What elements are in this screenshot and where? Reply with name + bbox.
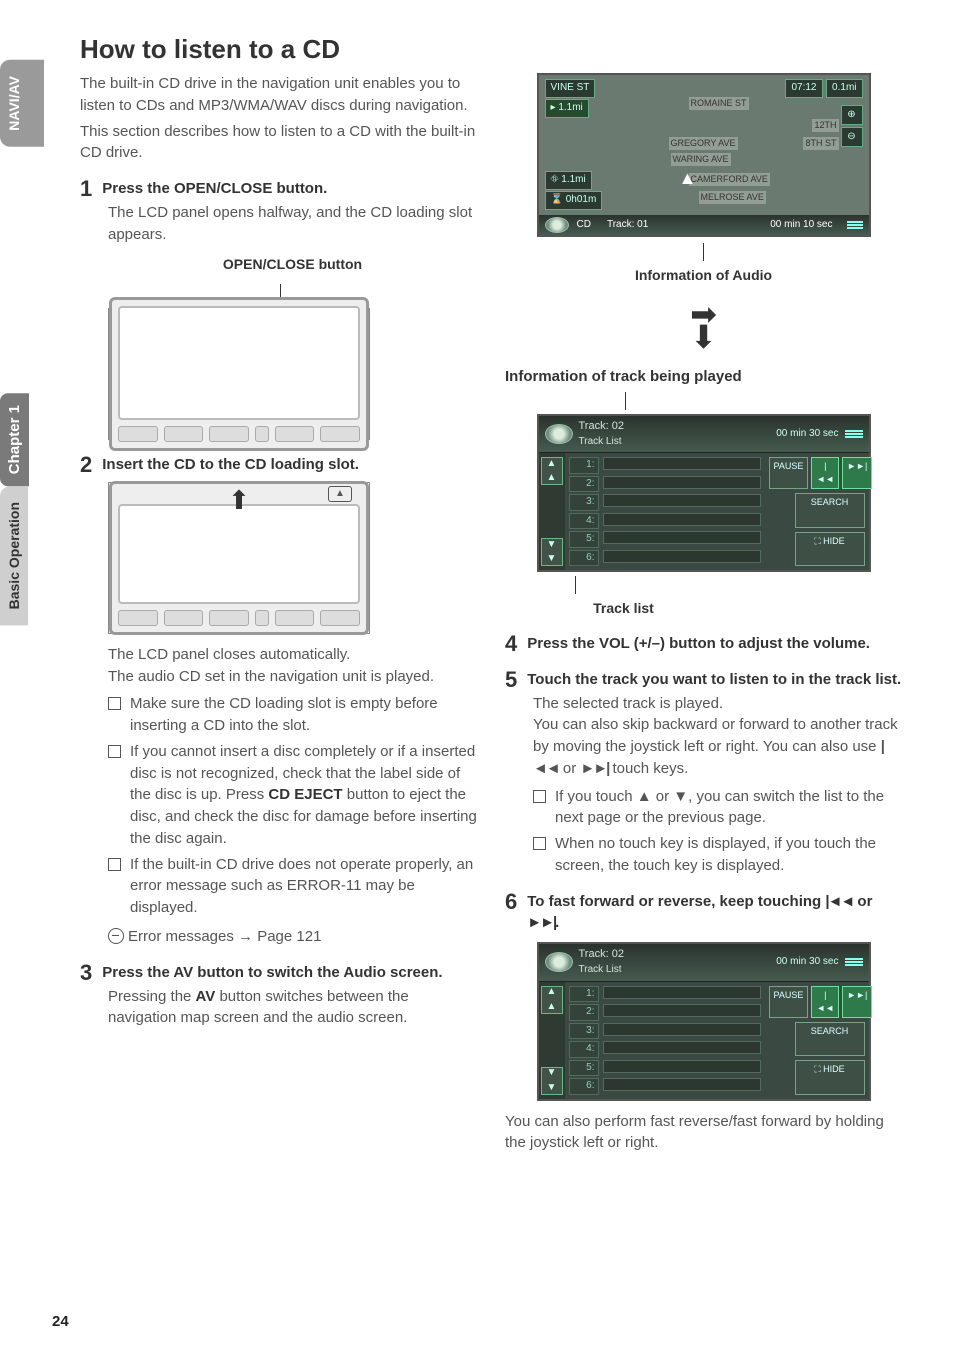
step-2-notes: Make sure the CD loading slot is empty b… [108,693,477,919]
tab-section: Basic Operation [0,486,28,625]
prev-track-button[interactable]: |◄◄ [811,986,839,1018]
step-5: 5 Touch the track you want to listen to … [505,669,902,691]
step-6: 6 To fast forward or reverse, keep touch… [505,891,902,935]
flow-arrow-down-icon: ⬇ [505,314,902,360]
page-up-button[interactable]: ▲▲ [541,457,563,485]
search-button[interactable]: SEARCH [795,493,865,527]
zoom-in-icon[interactable]: ⊕ [841,105,863,125]
step-5-b2: You can also skip backward or forward to… [533,714,902,779]
step-3: 3 Press the AV button to switch the Audi… [80,962,477,984]
nav-footer: CD Track: 01 00 min 10 sec [539,215,869,235]
track-list-screenshot-2: Track: 02Track List 00 min 30 sec ▲▲ ▼▼ … [537,942,871,1100]
page-up-button[interactable]: ▲▲ [541,986,563,1014]
step-1: 1 Press the OPEN/CLOSE button. [80,178,477,200]
nav-map-screenshot: VINE ST ▸ 1.1mi 07:12 0.1mi ⊕ ⊖ ROMAINE … [537,73,871,237]
note-page: If you touch ▲ or ▼, you can switch the … [533,786,902,830]
down-icon: ▼ [673,788,688,805]
side-tabs: NAVI/AV Chapter 1 Basic Operation [0,60,44,631]
pause-button[interactable]: PAUSE [769,986,809,1018]
step-1-body: The LCD panel opens halfway, and the CD … [108,202,477,246]
step-4: 4 Press the VOL (+/–) button to adjust t… [505,633,902,655]
hide-button[interactable]: ⛶ HIDE [795,1060,865,1094]
cd-icon [545,952,573,972]
prev-track-button[interactable]: |◄◄ [811,457,839,489]
search-button[interactable]: SEARCH [795,1022,865,1056]
step-3-body: Pressing the AV button switches between … [108,986,477,1030]
zoom-out-icon[interactable]: ⊖ [841,127,863,147]
tab-chapter: Chapter 1 [0,393,29,486]
note-touchkey: When no touch key is displayed, if you t… [533,833,902,877]
next-track-button[interactable]: ►►| [842,457,872,489]
page-down-button[interactable]: ▼▼ [541,1067,563,1095]
right-column: VINE ST ▸ 1.1mi 07:12 0.1mi ⊕ ⊖ ROMAINE … [505,73,902,1154]
caption-track-list: Track list [345,598,902,618]
next-icon: ►►| [580,760,608,777]
step-2-b1: The LCD panel closes automatically. [108,644,477,666]
cd-icon [545,424,573,444]
next-track-button[interactable]: ►►| [842,986,872,1018]
intro-1: The built-in CD drive in the navigation … [80,73,477,117]
caption-track-info: Information of track being played [505,366,902,388]
pause-button[interactable]: PAUSE [769,457,809,489]
step-6-body: You can also perform fast reverse/fast f… [505,1111,902,1155]
step-2-b2: The audio CD set in the navigation unit … [108,666,477,688]
intro-2: This section describes how to listen to … [80,121,477,165]
up-icon: ▲ [637,788,652,805]
device-illustration-1 [108,308,370,440]
tab-navav: NAVI/AV [0,60,44,147]
track-list-screenshot-1: Track: 02Track List 00 min 30 sec ▲▲ ▼▼ … [537,414,871,572]
note-error: If the built-in CD drive does not operat… [108,854,477,919]
note-empty-slot: Make sure the CD loading slot is empty b… [108,693,477,737]
step-2: 2 Insert the CD to the CD loading slot. [80,454,477,476]
track-rows[interactable]: 1: 2: 3: 4: 5: 6: [565,453,765,570]
hide-button[interactable]: ⛶ HIDE [795,532,865,566]
page-down-button[interactable]: ▼▼ [541,538,563,566]
step-5-b1: The selected track is played. [533,693,902,715]
page-title: How to listen to a CD [80,34,902,65]
device-illustration-2: ⬆ ▲ [108,482,370,634]
note-eject: If you cannot insert a disc completely o… [108,741,477,850]
step-5-notes: If you touch ▲ or ▼, you can switch the … [533,786,902,877]
error-ref: Error messages → Page 121 [108,925,477,948]
eq-bars-icon [845,957,863,967]
track-rows[interactable]: 1: 2: 3: 4: 5: 6: [565,982,765,1099]
page-number: 24 [52,1313,69,1330]
caption-audio: Information of Audio [505,265,902,285]
open-close-caption: OPEN/CLOSE button [108,254,477,274]
eq-bars-icon [845,429,863,439]
